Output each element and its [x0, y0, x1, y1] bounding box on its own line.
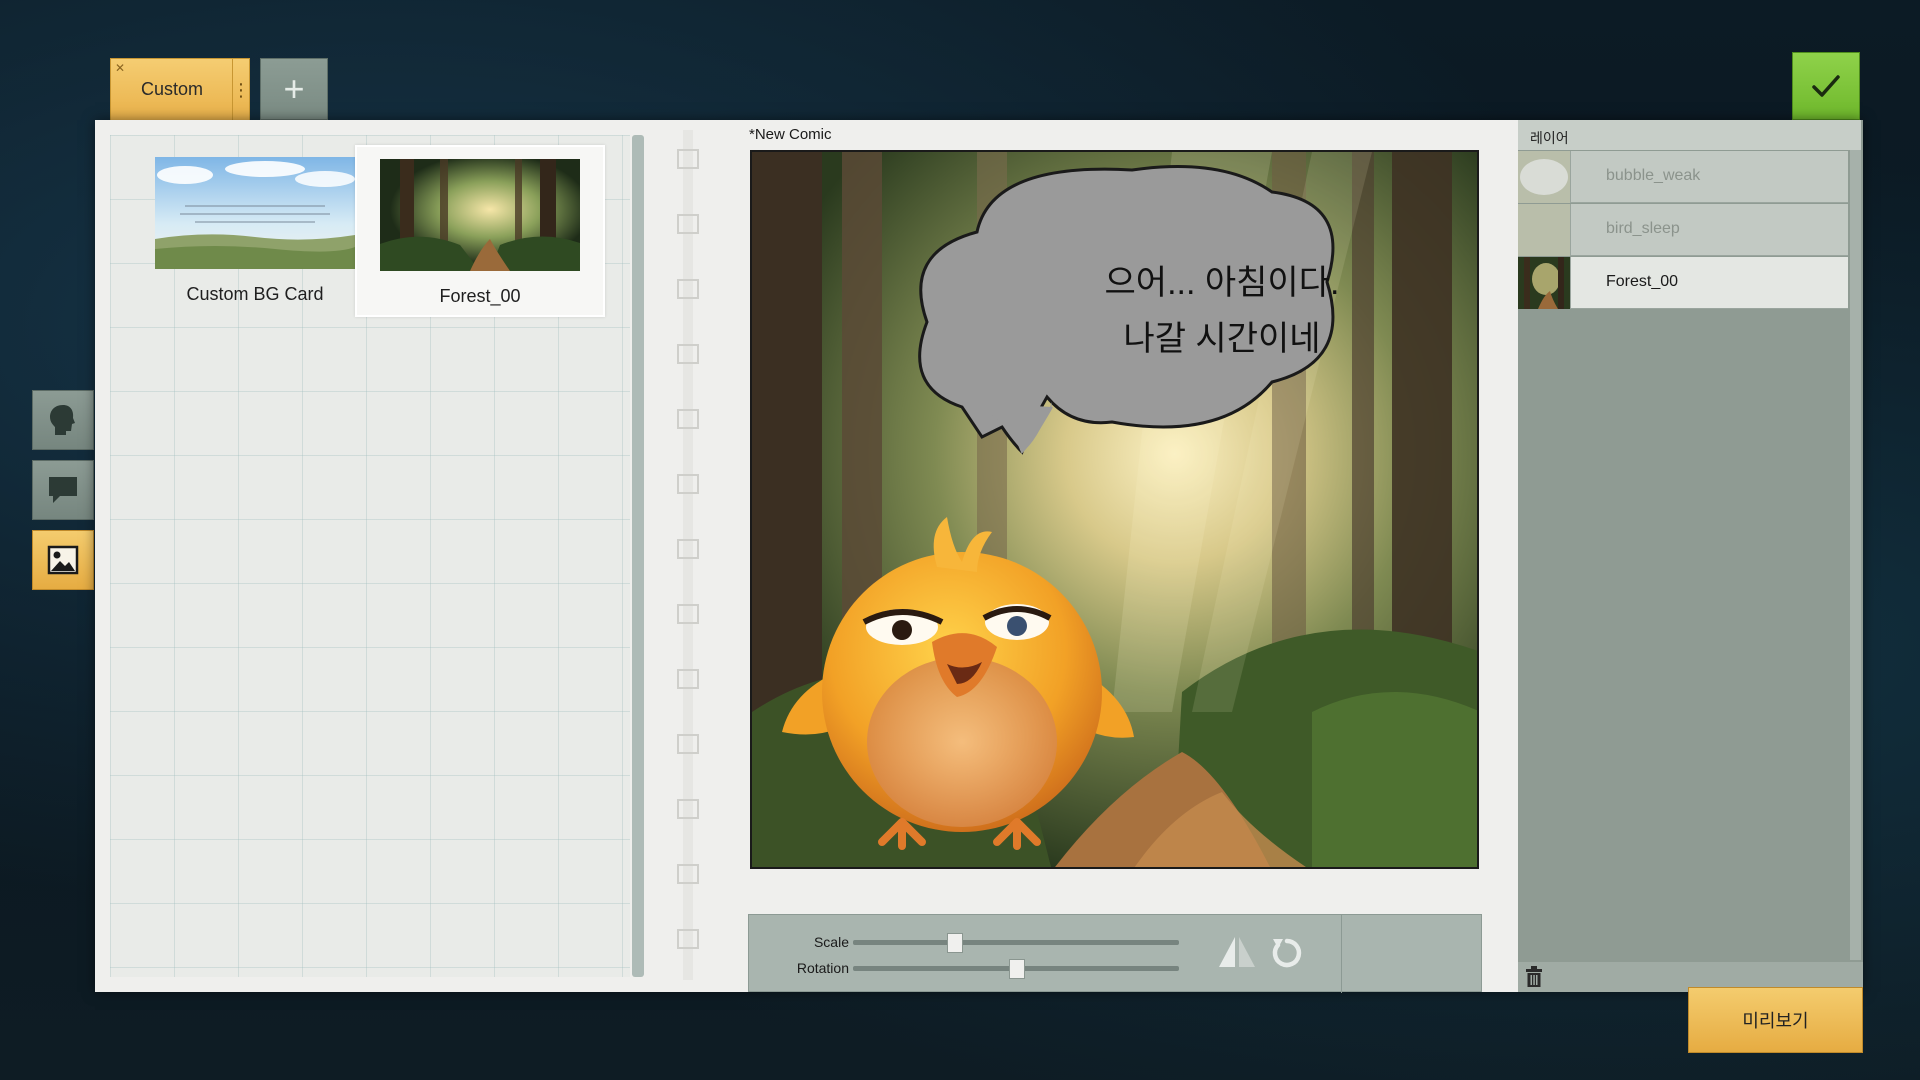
toolbar-divider [1341, 915, 1342, 993]
layer-thumbnail [1518, 204, 1571, 256]
layer-name: bubble_weak [1606, 167, 1701, 184]
kebab-menu-icon[interactable]: ⋮ [232, 59, 250, 121]
rotation-slider-handle[interactable] [1009, 959, 1025, 979]
layer-thumbnail [1518, 257, 1571, 309]
rotation-slider[interactable] [853, 959, 1179, 979]
flip-horizontal-icon[interactable] [1217, 933, 1257, 971]
plus-icon: + [283, 68, 305, 109]
comic-title: *New Comic [749, 126, 832, 143]
bg-card-forest[interactable]: Forest_00 [355, 145, 605, 317]
custom-bg-thumbnail [155, 157, 355, 269]
tab-custom[interactable]: ✕ Custom ⋮ [110, 58, 250, 121]
scale-slider-handle[interactable] [947, 933, 964, 953]
layer-name: Forest_00 [1606, 273, 1679, 290]
layers-scrollbar[interactable] [1850, 150, 1861, 960]
card-label: Forest_00 [439, 286, 521, 306]
card-label: Custom BG Card [186, 284, 324, 304]
scale-slider[interactable] [853, 933, 1179, 953]
comic-canvas[interactable]: 으어... 아침이다. 나갈 시간이네 [750, 150, 1479, 869]
layer-row-bird-sleep[interactable]: bird_sleep [1518, 204, 1848, 256]
notebook-spiral-edge [677, 130, 699, 980]
image-icon [47, 545, 79, 575]
transform-toolbar: Scale Rotation [748, 914, 1482, 993]
rotate-reset-icon[interactable] [1269, 933, 1305, 971]
background-tool-button[interactable] [32, 530, 94, 590]
rotation-label: Rotation [796, 960, 849, 976]
bg-card-custom[interactable]: Custom BG Card [130, 145, 380, 317]
layer-thumbnail [1518, 151, 1571, 203]
library-scrollbar[interactable] [632, 135, 644, 977]
close-icon[interactable]: ✕ [115, 61, 125, 75]
speech-bubble-icon [49, 477, 77, 503]
layer-row-forest[interactable]: Forest_00 [1518, 257, 1848, 309]
trash-icon[interactable] [1524, 966, 1544, 988]
bird-character[interactable] [752, 152, 1479, 869]
speech-bubble-tool-button[interactable] [32, 460, 94, 520]
head-silhouette-icon [50, 405, 75, 435]
preview-button[interactable]: 미리보기 [1688, 987, 1863, 1053]
forest-bg-thumbnail [380, 159, 580, 271]
layer-row-bubble-weak[interactable]: bubble_weak [1518, 151, 1848, 203]
background-library[interactable]: Custom BG Card Forest_00 [110, 135, 630, 977]
layer-name: bird_sleep [1606, 220, 1680, 237]
checkmark-icon [1812, 75, 1840, 97]
character-tool-button[interactable] [32, 390, 94, 450]
add-tab-button[interactable]: + [260, 58, 328, 120]
confirm-button[interactable] [1792, 52, 1860, 120]
preview-label: 미리보기 [1742, 1011, 1809, 1031]
scale-label: Scale [813, 934, 849, 950]
layers-header: 레이어 [1518, 120, 1861, 150]
tab-label: Custom [141, 79, 204, 99]
